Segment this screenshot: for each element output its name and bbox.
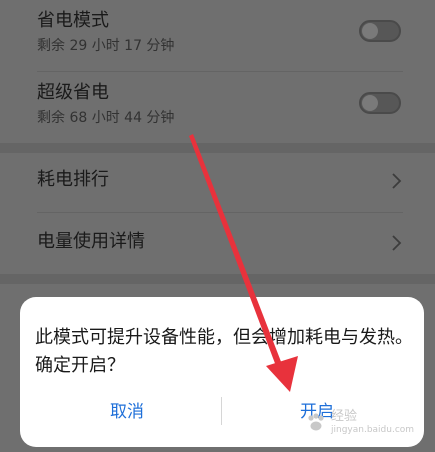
ultra-power-saving-row[interactable]: 超级省电 剩余 68 小时 44 分钟 [0,72,435,142]
watermark-url: jingyan.baidu.com [331,425,415,435]
watermark-text: 经验 [331,409,358,424]
power-ranking-title: 耗电排行 [37,169,109,190]
battery-settings-screen: 省电模式 剩余 29 小时 17 分钟 超级省电 剩余 68 小时 44 分钟 … [0,0,435,452]
toggle-knob [362,23,378,39]
section-gap [0,274,435,284]
paw-logo-icon [308,413,324,431]
toggle-knob [362,95,378,111]
power-saving-mode-toggle[interactable] [359,20,401,42]
power-usage-details-row[interactable]: 电量使用详情 [0,213,435,273]
dialog-button-divider [221,397,222,425]
watermark: 经验 jingyan.baidu.com [305,410,425,440]
chevron-right-icon [392,173,402,189]
power-usage-details-title: 电量使用详情 [37,231,145,252]
cancel-button[interactable]: 取消 [110,404,144,421]
power-saving-mode-row[interactable]: 省电模式 剩余 29 小时 17 分钟 [0,0,435,68]
chevron-right-icon [392,235,402,251]
dialog-message: 此模式可提升设备性能，但会增加耗电与发热。确定开启？ [35,327,413,376]
power-ranking-row[interactable]: 耗电排行 [0,153,435,211]
ultra-power-saving-toggle[interactable] [359,92,401,114]
section-gap [0,143,435,153]
